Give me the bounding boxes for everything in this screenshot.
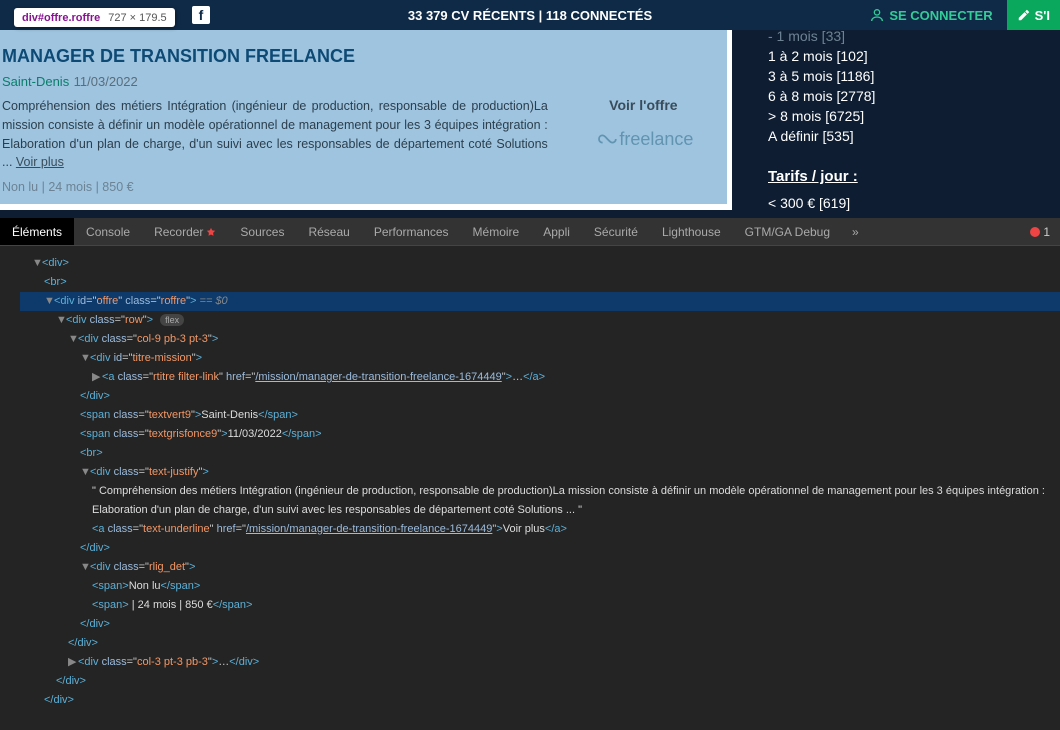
- devtools-tab[interactable]: Éléments: [0, 218, 74, 245]
- offer-location: Saint-Denis: [2, 74, 69, 89]
- facebook-icon[interactable]: f: [192, 6, 210, 24]
- freelance-logo: freelance: [593, 129, 693, 150]
- duration-filter-item[interactable]: 3 à 5 mois [1186]: [768, 68, 1038, 84]
- devtools-tab[interactable]: Mémoire: [461, 218, 532, 245]
- view-offer-button[interactable]: Voir l'offre: [609, 97, 677, 113]
- signup-button[interactable]: S'I: [1007, 0, 1060, 30]
- offer-card[interactable]: MANAGER DE TRANSITION FREELANCE Saint-De…: [0, 30, 727, 204]
- filters-sidebar: - 1 mois [33] 1 à 2 mois [102] 3 à 5 mois …: [746, 30, 1060, 218]
- duration-filter-item[interactable]: 6 à 8 mois [2778]: [768, 88, 1038, 104]
- devtools-tab[interactable]: GTM/GA Debug: [733, 218, 842, 245]
- devtools-tab[interactable]: Lighthouse: [650, 218, 733, 245]
- duration-filter-item[interactable]: > 8 mois [6725]: [768, 108, 1038, 124]
- offer-description: Compréhension des métiers Intégration (i…: [2, 97, 548, 172]
- pen-icon: [1017, 8, 1031, 22]
- tarif-filter-item[interactable]: < 300 € [619]: [768, 195, 1038, 211]
- connect-button[interactable]: SE CONNECTER: [869, 7, 992, 23]
- offer-meta: Non lu | 24 mois | 850 €: [2, 180, 548, 194]
- devtools-tabs: ÉlémentsConsoleRecorder SourcesRéseauPer…: [0, 218, 1060, 246]
- devtools-tab[interactable]: Appli: [531, 218, 582, 245]
- duration-filter-item[interactable]: 1 à 2 mois [102]: [768, 48, 1038, 64]
- offer-title[interactable]: MANAGER DE TRANSITION FREELANCE: [2, 46, 548, 67]
- devtools-tab[interactable]: Console: [74, 218, 142, 245]
- duration-filter-item[interactable]: A définir [535]: [768, 128, 1038, 144]
- offer-date: 11/03/2022: [74, 74, 138, 89]
- devtools-panel: ÉlémentsConsoleRecorder SourcesRéseauPer…: [0, 218, 1060, 730]
- tarifs-heading: Tarifs / jour :: [768, 168, 1038, 185]
- devtools-tab[interactable]: Recorder: [142, 218, 228, 245]
- stats-text: 33 379 CV RÉCENTS | 118 CONNECTÉS: [408, 8, 652, 23]
- user-icon: [869, 7, 885, 23]
- more-tabs-icon[interactable]: »: [842, 225, 869, 239]
- see-more-link[interactable]: Voir plus: [16, 155, 64, 169]
- infinity-icon: [593, 129, 617, 149]
- devtools-tab[interactable]: Sécurité: [582, 218, 650, 245]
- inspector-tooltip: div#offre.roffre727 × 179.5: [14, 8, 175, 27]
- devtools-tab[interactable]: Sources: [228, 218, 296, 245]
- elements-tree[interactable]: ▼<div> <br> ▼<div id="offre" class="roff…: [0, 246, 1060, 730]
- devtools-tab[interactable]: Performances: [362, 218, 461, 245]
- devtools-tab[interactable]: Réseau: [296, 218, 361, 245]
- error-badge[interactable]: 1: [1030, 225, 1050, 239]
- duration-filter-item[interactable]: - 1 mois [33]: [768, 28, 1038, 44]
